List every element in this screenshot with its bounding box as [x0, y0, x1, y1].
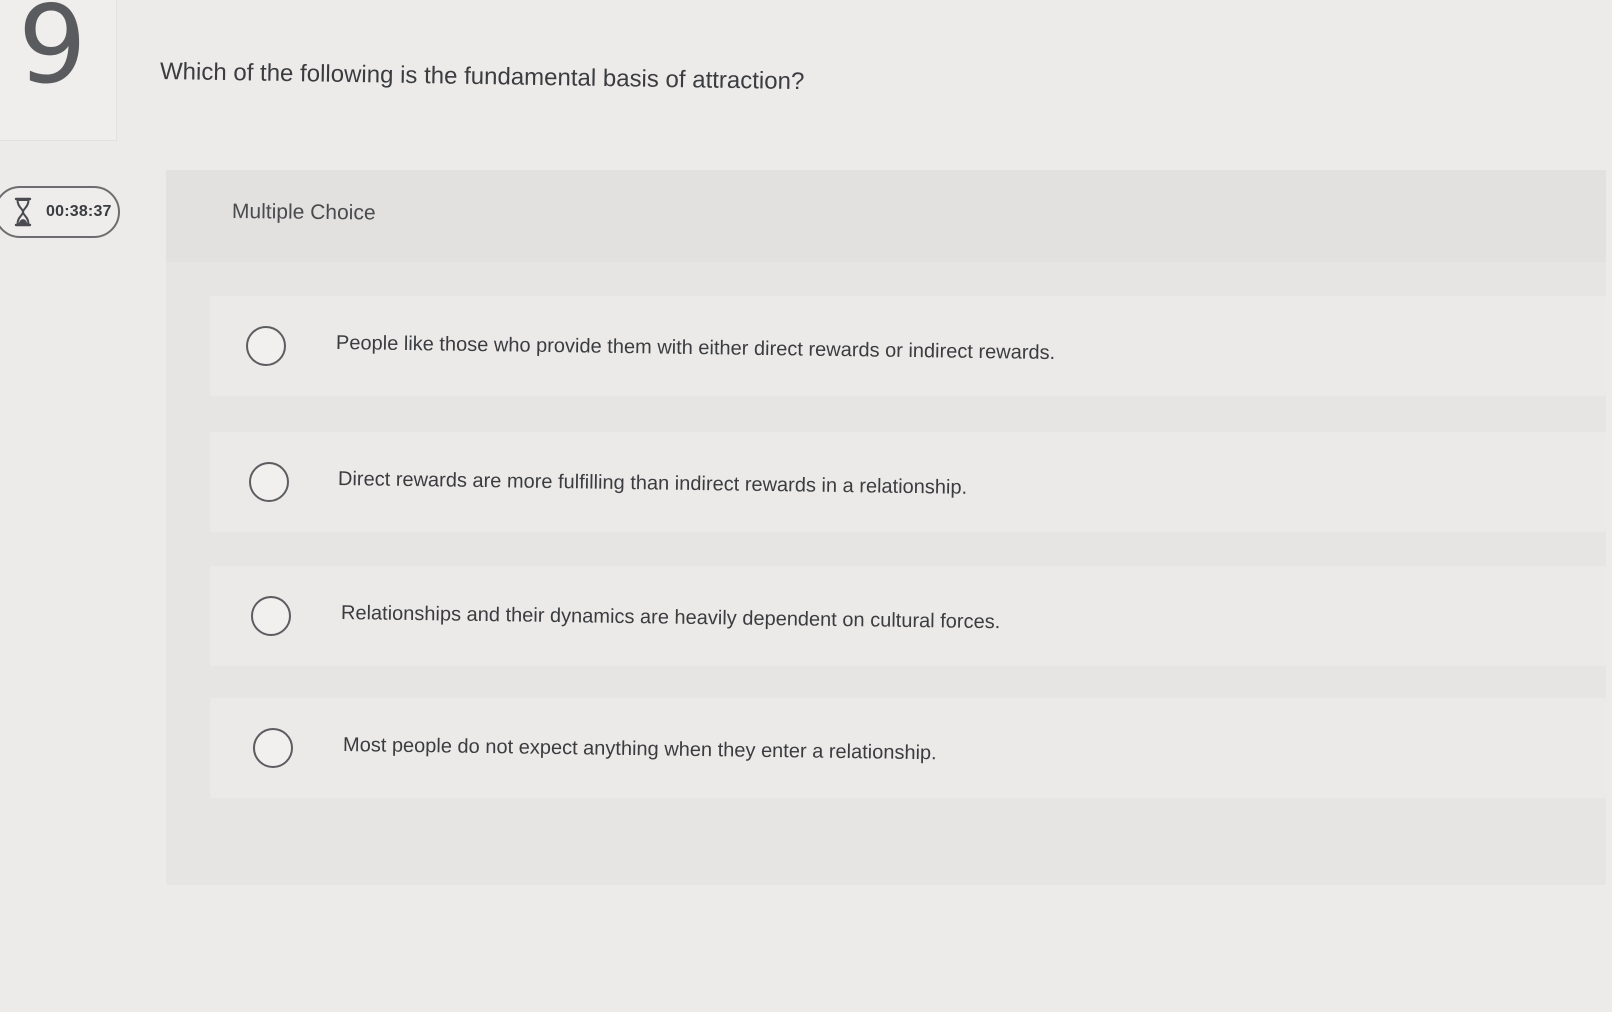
hourglass-icon [12, 195, 34, 229]
question-type-label: Multiple Choice [231, 200, 376, 225]
answer-option[interactable]: Relationships and their dynamics are hea… [210, 566, 1606, 666]
answer-option[interactable]: Direct rewards are more fulfilling than … [210, 432, 1606, 532]
answer-option[interactable]: Most people do not expect anything when … [210, 698, 1606, 798]
answer-option-label: Relationships and their dynamics are hea… [340, 602, 1001, 634]
panel-header: Multiple Choice [166, 170, 1606, 262]
radio-button[interactable] [249, 462, 289, 502]
question-number-box: 9 [0, 0, 117, 141]
timer[interactable]: 00:38:37 [0, 186, 120, 238]
answer-option-label: Direct rewards are more fulfilling than … [337, 468, 968, 499]
answer-option-label: People like those who provide them with … [335, 332, 1056, 365]
question-number: 9 [18, 0, 87, 108]
question-text: Which of the following is the fundamenta… [159, 58, 805, 96]
answer-option[interactable]: People like those who provide them with … [210, 296, 1606, 396]
radio-button[interactable] [253, 728, 293, 768]
answer-option-label: Most people do not expect anything when … [342, 734, 937, 765]
answer-panel: Multiple Choice People like those who pr… [166, 170, 1606, 885]
timer-value: 00:38:37 [46, 203, 112, 220]
radio-button[interactable] [246, 326, 286, 366]
radio-button[interactable] [251, 596, 291, 636]
